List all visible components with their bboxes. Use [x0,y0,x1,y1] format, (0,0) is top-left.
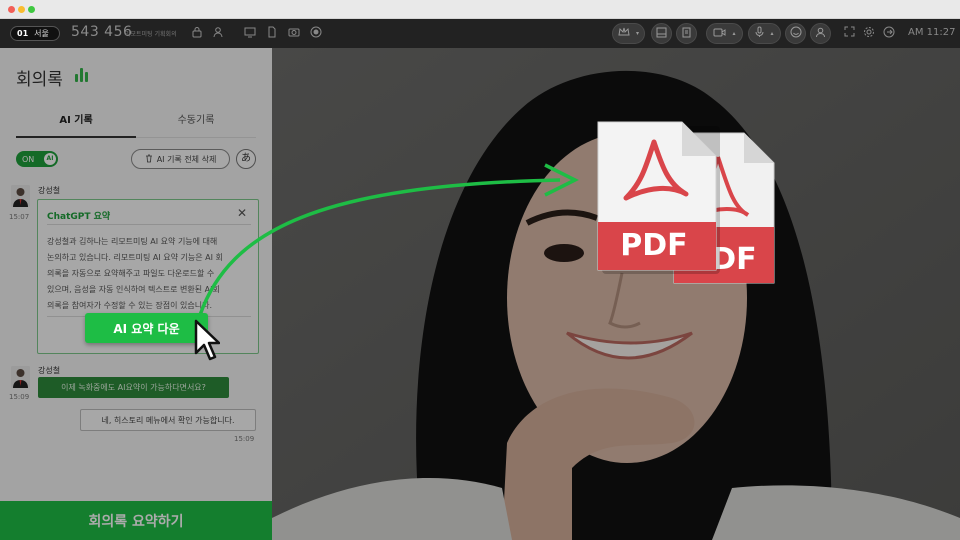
mouse-cursor-icon [194,319,220,361]
ai-summary-download-button[interactable]: AI 요약 다운 [85,313,208,343]
app-window: 01 서울 543 456 리모트미팅 기획회의 ▾ ▴ ▴ AM 11:27 … [0,0,960,540]
pdf-label: PDF [620,228,688,263]
pdf-file-icon: PDF [594,118,722,276]
curved-arrow [198,163,579,316]
